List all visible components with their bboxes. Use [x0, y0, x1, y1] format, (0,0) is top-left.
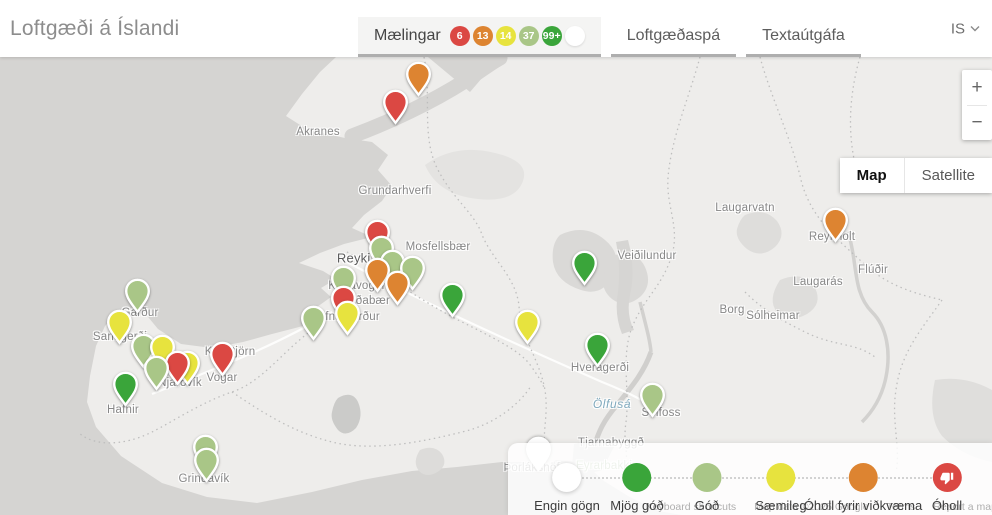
map-place-label: Akranes: [296, 126, 340, 138]
map-place-label: Sólheimar: [746, 310, 800, 322]
measurement-count-badge: 13: [473, 26, 493, 46]
measurement-count-badge: 14: [496, 26, 516, 46]
tab-bar: Mælingar 613143799+ Loftgæðaspá Textaútg…: [358, 17, 861, 57]
map-place-label: Mosfellsbær: [406, 241, 471, 253]
thumbs-down-icon: [940, 471, 954, 485]
map-place-label: Flúðir: [858, 264, 888, 276]
keyboard-shortcuts-link[interactable]: Keyboard shortcuts: [646, 501, 736, 513]
station-marker[interactable]: [571, 250, 598, 286]
map-container[interactable]: AkranesGrundarhverfiMosfellsbærReykjavík…: [0, 57, 992, 515]
map-attribution: Keyboard shortcuts Map data ©2025 Google T…: [646, 501, 992, 513]
station-marker[interactable]: [112, 371, 139, 407]
station-marker[interactable]: [106, 309, 133, 345]
legend-color-dot: [553, 463, 582, 492]
station-marker[interactable]: [334, 300, 361, 336]
map-place-label: Laugarvatn: [715, 202, 775, 214]
tab-textautgafa-label: Textaútgáfa: [762, 27, 845, 45]
terms-link[interactable]: Terms: [887, 501, 916, 513]
legend-label: Engin gögn: [534, 498, 600, 513]
map-type-control: Map Satellite: [840, 158, 992, 193]
tab-maelingar-badges: 613143799+: [450, 26, 585, 46]
zoom-in-button[interactable]: +: [962, 70, 992, 105]
legend-color-dot: [849, 463, 878, 492]
station-marker[interactable]: [514, 309, 541, 345]
station-marker[interactable]: [384, 270, 411, 306]
station-marker[interactable]: [143, 355, 170, 391]
tab-loftgaedaspa[interactable]: Loftgæðaspá: [611, 17, 736, 57]
legend-color-dot: [622, 463, 651, 492]
measurement-count-badge: [565, 26, 585, 46]
tab-maelingar-label: Mælingar: [374, 27, 441, 45]
measurement-count-badge: 99+: [542, 26, 562, 46]
station-marker[interactable]: [822, 207, 849, 243]
zoom-out-button[interactable]: −: [962, 106, 992, 141]
legend-color-dot: [693, 463, 722, 492]
chevron-down-icon: [970, 26, 980, 32]
station-marker[interactable]: [405, 61, 432, 97]
station-marker[interactable]: [639, 382, 666, 418]
legend-color-dot: [932, 463, 961, 492]
map-place-label: Laugarás: [793, 276, 843, 288]
station-marker[interactable]: [382, 89, 409, 125]
page-title: Loftgæði á Íslandi: [10, 17, 179, 41]
station-marker[interactable]: [584, 332, 611, 368]
map-place-label: Borg: [719, 304, 744, 316]
station-marker[interactable]: [193, 447, 220, 483]
map-place-label: Grundarhverfi: [359, 185, 432, 197]
map-type-map-button[interactable]: Map: [840, 158, 905, 193]
legend-item: Engin gögn: [534, 463, 600, 513]
measurement-count-badge: 37: [519, 26, 539, 46]
zoom-control: + −: [962, 70, 992, 140]
map-place-label: Veiðilundur: [617, 250, 676, 262]
language-code: IS: [951, 20, 965, 37]
tab-textautgafa[interactable]: Textaútgáfa: [746, 17, 861, 57]
app-header: Loftgæði á Íslandi Mælingar 613143799+ L…: [0, 0, 992, 57]
tab-maelingar[interactable]: Mælingar 613143799+: [358, 17, 601, 57]
measurement-count-badge: 6: [450, 26, 470, 46]
legend-color-dot: [766, 463, 795, 492]
map-place-label: Ölfusá: [593, 397, 631, 411]
language-selector[interactable]: IS: [951, 20, 980, 37]
tab-loftgaedaspa-label: Loftgæðaspá: [627, 27, 720, 45]
report-error-link[interactable]: Report a map error: [933, 501, 992, 513]
map-data-credit: Map data ©2025 Google: [754, 501, 869, 513]
station-marker[interactable]: [439, 282, 466, 318]
map-type-satellite-button[interactable]: Satellite: [905, 158, 992, 193]
station-marker[interactable]: [300, 305, 327, 341]
station-marker[interactable]: [209, 341, 236, 377]
